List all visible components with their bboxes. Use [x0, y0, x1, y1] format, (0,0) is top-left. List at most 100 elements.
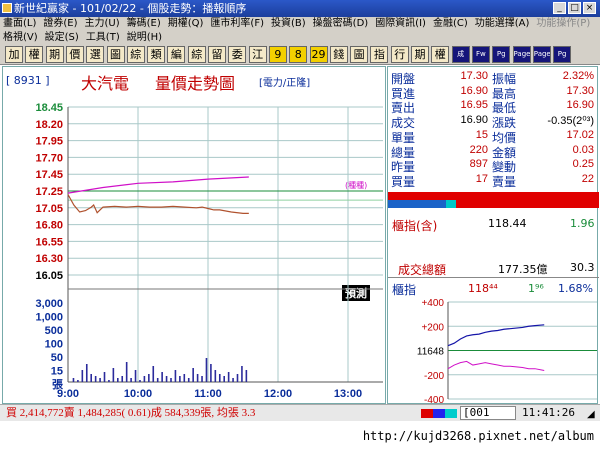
volume-tick-4: 50 — [51, 352, 63, 364]
index-label: 櫃指(含) — [392, 219, 438, 233]
toolbar-button-23[interactable]: Fw — [471, 46, 490, 63]
toolbar-button-14[interactable]: 8 — [289, 46, 308, 63]
close-icon[interactable]: × — [583, 2, 596, 14]
volume-bar-23 — [174, 370, 177, 382]
menu1-item-5[interactable]: 匯市利率(F) — [207, 17, 268, 31]
volume-bar-4 — [90, 374, 92, 382]
menu1-item-9[interactable]: 金融(C) — [430, 17, 472, 31]
maximize-icon[interactable]: □ — [568, 2, 581, 14]
time-tick-3: 12:00 — [264, 388, 292, 400]
menu1-item-1[interactable]: 證券(E) — [40, 17, 81, 31]
volume-bar-9 — [112, 368, 115, 382]
toolbar-button-25[interactable]: Page — [512, 46, 531, 63]
toolbar-button-27[interactable]: Pg — [553, 46, 572, 63]
menu2-item-1[interactable]: 設定(S) — [42, 31, 83, 45]
volume-bar-27 — [192, 368, 194, 382]
menu1-item-3[interactable]: 籌碼(E) — [124, 17, 165, 31]
quote-value2-6: 0.25 — [572, 158, 594, 171]
menu2-item-0[interactable]: 格視(V) — [0, 31, 42, 45]
volume-tick-5: 15 — [51, 366, 63, 378]
toolbar-button-5[interactable]: 圖 — [106, 46, 125, 63]
price-tick-4: 17.45 — [35, 169, 63, 181]
toolbar-button-7[interactable]: 類 — [147, 46, 166, 63]
toolbar-button-18[interactable]: 指 — [370, 46, 389, 63]
toolbar-button-12[interactable]: 江 — [248, 46, 267, 63]
volume-tick-1: 1,000 — [35, 312, 63, 324]
menu1-item-2[interactable]: 主力(U) — [82, 17, 124, 31]
price-tick-2: 17.95 — [35, 136, 63, 148]
menu-bar: 畫面(L) 證券(E) 主力(U) 籌碼(E) 期權(Q) 匯市利率(F) 投資(B) 操盤密… — [0, 17, 600, 31]
toolbar-button-1[interactable]: 權 — [25, 46, 44, 63]
quote-value2-0: 2.32% — [562, 70, 594, 82]
panel-divider — [388, 277, 599, 278]
toolbar-button-2[interactable]: 期 — [45, 46, 64, 63]
volume-bar-2 — [81, 370, 84, 382]
volume-bar-33 — [218, 374, 221, 382]
volume-bar-16 — [143, 376, 146, 382]
toolbar-button-26[interactable]: Page — [532, 46, 551, 63]
toolbar-button-15[interactable]: 29 — [309, 46, 328, 63]
quote-value-1: 16.90 — [460, 84, 488, 97]
toolbar-button-21[interactable]: 權 — [431, 46, 450, 63]
toolbar-button-8[interactable]: 編 — [167, 46, 186, 63]
price-line — [67, 194, 249, 214]
volume-bar-31 — [210, 364, 212, 382]
volume-bar-37 — [236, 374, 239, 382]
quote-value-4: 15 — [475, 128, 488, 141]
menu2-item-2[interactable]: 工具(T) — [83, 31, 124, 45]
toolbar-button-10[interactable]: 留 — [208, 46, 226, 63]
toolbar-button-0[interactable]: 加 — [5, 46, 23, 63]
menu1-item-4[interactable]: 期權(Q) — [165, 17, 208, 31]
toolbar-button-11[interactable]: 委 — [228, 46, 247, 63]
time-tick-2: 11:00 — [194, 388, 222, 400]
price-tick-8: 16.55 — [35, 236, 63, 248]
toolbar-button-19[interactable]: 行 — [390, 46, 409, 63]
time-tick-4: 13:00 — [334, 388, 362, 400]
quote-value2-1: 17.30 — [566, 84, 594, 97]
toolbar-button-17[interactable]: 圖 — [350, 46, 369, 63]
title-bar: 新世紀贏家 - 101/02/22 - 個股走勢：播報順序 _ □ × — [0, 0, 600, 17]
quote-panel: 開盤 17.30 振幅 2.32% 買進 16.90 最高 17.30 賣出 16.95 最低 16.… — [387, 66, 599, 404]
volume-bar-28 — [196, 374, 199, 382]
mini-ytick-0: +400 — [421, 299, 444, 309]
toolbar-button-6[interactable]: 綜 — [126, 46, 145, 63]
volume-bar-13 — [130, 378, 132, 382]
menu2-item-3[interactable]: 說明(H) — [124, 31, 166, 45]
menu1-item-10[interactable]: 功能選擇(A) — [472, 17, 534, 31]
toolbar-button-22[interactable]: 成 — [451, 46, 470, 63]
volume-bar-15 — [139, 380, 141, 382]
menu1-item-6[interactable]: 投資(B) — [268, 17, 310, 31]
toolbar-button-9[interactable]: 綜 — [187, 46, 206, 63]
turnover-label: 成交總額 — [398, 263, 447, 277]
code-input[interactable]: [001 — [460, 406, 516, 420]
menu1-item-8[interactable]: 國際資訊(I) — [372, 17, 430, 31]
volume-bar-22 — [170, 378, 172, 382]
price-tick-0: 18.45 — [35, 102, 63, 114]
menu1-item-11[interactable]: 功能操作(P) — [533, 17, 594, 31]
volume-bar-14 — [134, 370, 137, 382]
menu1-item-7[interactable]: 操盤密碼(D) — [310, 17, 373, 31]
mini-ytick-2: 11648 — [417, 347, 445, 358]
price-tick-3: 17.70 — [35, 152, 63, 164]
turnover-value: 177.35億 — [498, 263, 548, 276]
mini-index-pct: 1.68% — [558, 282, 593, 295]
toolbar-button-13[interactable]: 9 — [268, 46, 287, 63]
mini-ytick-4: -400 — [424, 395, 444, 403]
price-volume-chart: [ 8931 ] 大汽電 量價走勢圖 [電力/正隆] (種種) 預測 18.45… — [2, 66, 386, 404]
mini-volume-line — [447, 360, 545, 371]
quote-value-2: 16.95 — [460, 99, 488, 112]
quote-value2-3: -0.35(2⁰³) — [547, 115, 594, 128]
minimize-icon[interactable]: _ — [553, 2, 566, 14]
volume-bar-34 — [223, 376, 225, 382]
toolbar-button-20[interactable]: 期 — [411, 46, 429, 63]
toolbar-button-3[interactable]: 價 — [65, 46, 84, 63]
toolbar-button-4[interactable]: 選 — [86, 46, 105, 63]
quote-value-7: 17 — [475, 172, 488, 185]
mini-ytick-3: -200 — [424, 371, 444, 382]
toolbar-button-24[interactable]: Pg — [492, 46, 511, 63]
toolbar-button-16[interactable]: 錢 — [329, 46, 348, 63]
volume-bar-32 — [214, 370, 217, 382]
watermark-url: http://kujd3268.pixnet.net/album — [0, 421, 600, 450]
menu1-item-0[interactable]: 畫面(L) — [0, 17, 40, 31]
volume-bar-39 — [245, 370, 248, 382]
